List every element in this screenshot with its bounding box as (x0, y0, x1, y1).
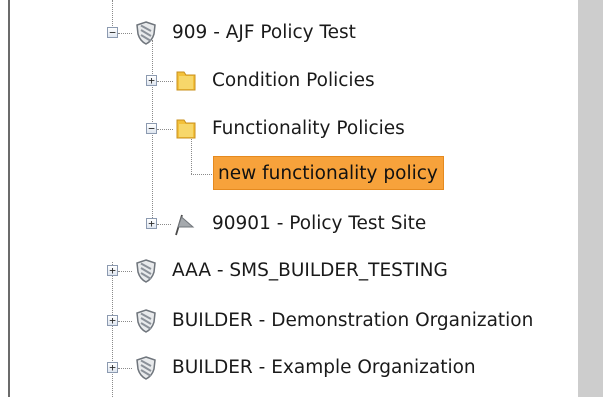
tree-item-label: 90901 - Policy Test Site (212, 213, 427, 234)
tree-guide-line (157, 224, 171, 225)
tree-item-label: AAA - SMS_BUILDER_TESTING (172, 260, 448, 281)
vertical-scrollbar[interactable] (578, 0, 603, 397)
tree-guide-line (112, 262, 113, 397)
expand-button[interactable]: + (107, 362, 118, 373)
shield-icon (136, 259, 156, 283)
folder-icon (176, 71, 196, 91)
tree-guide-line (118, 33, 132, 34)
tree-item-label-selected[interactable]: new functionality policy (213, 156, 444, 190)
collapse-button[interactable]: − (146, 123, 157, 134)
tree-left-border (8, 0, 10, 397)
tree-guide-line (157, 129, 173, 130)
expand-button[interactable]: + (146, 75, 157, 86)
tree-guide-line (118, 368, 132, 369)
tree-guide-line (191, 174, 212, 175)
expand-button[interactable]: + (146, 218, 157, 229)
shield-icon (136, 309, 156, 333)
shield-icon (136, 21, 156, 45)
tree-guide-line (118, 321, 132, 322)
flag-icon (175, 214, 195, 236)
expand-button[interactable]: + (107, 315, 118, 326)
tree-item-label: BUILDER - Example Organization (172, 357, 476, 378)
tree-item-label: Functionality Policies (212, 118, 405, 139)
tree-item-label: 909 - AJF Policy Test (172, 22, 356, 43)
tree-item-label: BUILDER - Demonstration Organization (172, 310, 534, 331)
tree-guide-line (157, 81, 173, 82)
expand-button[interactable]: + (107, 265, 118, 276)
collapse-button[interactable]: − (107, 27, 118, 38)
tree-item-label: Condition Policies (212, 70, 375, 91)
tree-guide-line (191, 136, 192, 174)
folder-open-icon (176, 119, 196, 139)
tree-guide-line (118, 271, 132, 272)
shield-icon (136, 356, 156, 380)
